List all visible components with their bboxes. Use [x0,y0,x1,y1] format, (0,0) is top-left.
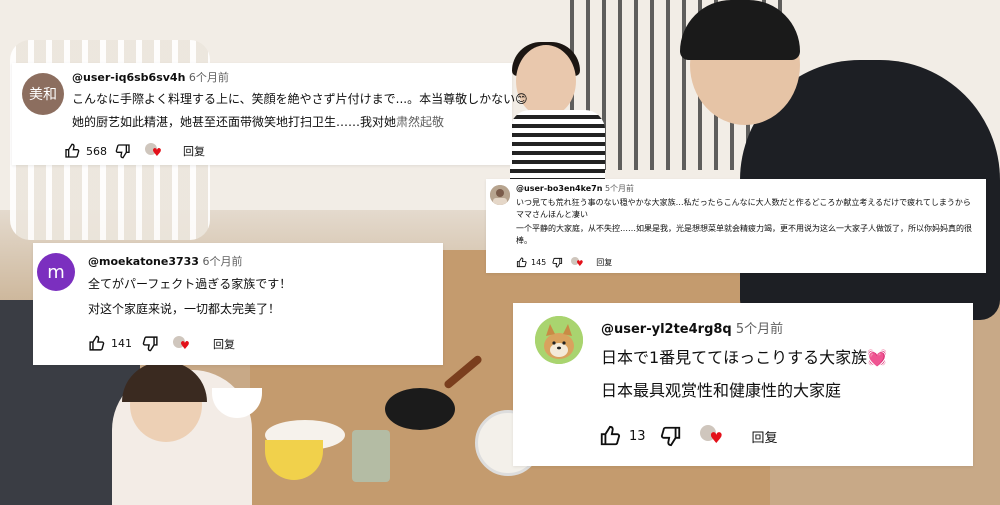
comment-translation: 对这个家庭来说，一切都太完美了！ [88,302,281,316]
thumbs-up-icon[interactable] [64,143,80,159]
creator-heart-icon: ♥ [699,425,724,447]
comment-time[interactable]: 5个月前 [605,184,634,193]
avatar[interactable]: 美和 [22,73,64,115]
thumbs-down-icon[interactable] [552,257,563,268]
comment-time[interactable]: 6个月前 [202,255,242,268]
glass-cup [352,430,390,482]
thumbs-down-icon[interactable] [142,335,159,352]
thumbs-up-icon[interactable] [88,335,105,352]
thumbs-up-icon[interactable] [516,257,527,268]
woman-striped-shirt [510,110,605,180]
comment-text-original: いつ見ても荒れ狂う事のない穏やかな大家族…私だったらこんなに大人数だと作るどころ… [516,198,971,219]
like-count: 13 [629,428,646,444]
comment-author[interactable]: @user-yl2te4rg8q [601,322,732,337]
creator-heart-icon: ♥ [145,143,163,159]
avatar-initials: 美和 [29,87,57,103]
comment-author[interactable]: @user-iq6sb6sv4h [72,71,185,84]
comment-text-original: 全てがパーフェクト過ぎる家族です！ [88,277,292,291]
comment-card: @user-bo3en4ke7n 5个月前 いつ見ても荒れ狂う事のない穏やかな大… [486,179,986,273]
frying-pan [385,388,455,430]
reply-button[interactable]: 回复 [213,336,235,352]
creator-heart-icon: ♥ [571,257,584,268]
comment-text-original: 日本で1番見ててほっこりする大家族💓 [601,348,888,367]
thumbs-down-icon[interactable] [115,143,131,159]
comment-card: m @moekatone3733 6个月前 全てがパーフェクト過ぎる家族です！ … [33,243,443,365]
comment-translation: 她的厨艺如此精湛，她甚至还面带微笑地打扫卫生……我对她肃然起敬 [72,113,444,130]
comment-time[interactable]: 5个月前 [736,322,783,337]
reply-button[interactable]: 回复 [752,427,778,446]
avatar[interactable] [490,185,510,205]
comment-actions: 13 ♥ 回复 [599,425,778,447]
like-count: 145 [531,258,547,267]
comment-actions: 145 ♥ 回复 [516,257,612,268]
like-count: 141 [111,337,132,350]
comment-text-original: こんなに手際よく料理する上に、笑顔を絶やさず片付けまで...。本当尊敬しかない😊 [72,92,528,106]
comment-author[interactable]: @moekatone3733 [88,255,199,268]
comment-translation-more: 肃然起敬 [396,115,445,129]
avatar[interactable] [535,316,583,364]
reply-button[interactable]: 回复 [596,257,612,268]
avatar-initials: m [47,261,65,283]
like-count: 568 [86,144,107,158]
comment-card: @user-yl2te4rg8q 5个月前 日本で1番見ててほっこりする大家族💓… [513,303,973,466]
thumbs-down-icon[interactable] [660,425,682,447]
avatar[interactable]: m [37,253,75,291]
comment-card: 美和 @user-iq6sb6sv4h 6个月前 こんなに手際よく料理する上に、… [12,63,528,165]
comment-actions: 568 ♥ 回复 [64,143,205,159]
comment-translation: 一个平静的大家庭，从不失控……如果是我，光是想想菜单就会精疲力竭，更不用说为这么… [516,224,972,245]
reply-button[interactable]: 回复 [183,143,205,159]
thumbs-up-icon[interactable] [599,425,621,447]
creator-heart-icon: ♥ [173,335,191,352]
comment-translation: 日本最具观赏性和健康性的大家庭 [601,381,842,400]
comment-actions: 141 ♥ 回复 [88,335,235,352]
comment-author[interactable]: @user-bo3en4ke7n [516,184,602,193]
comment-translation-text: 她的厨艺如此精湛，她甚至还面带微笑地打扫卫生……我对她 [72,115,397,129]
comment-time[interactable]: 6个月前 [189,71,229,84]
